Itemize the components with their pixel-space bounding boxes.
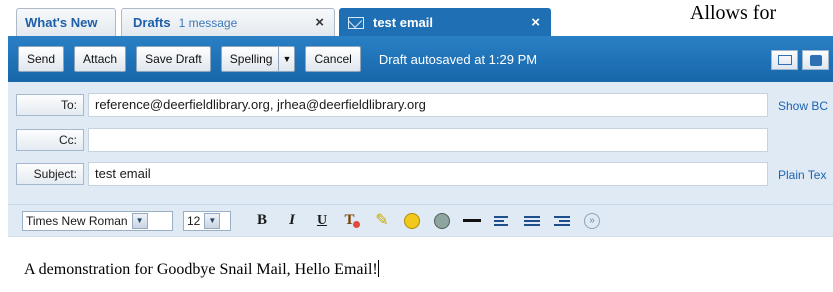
bold-button[interactable]: B <box>251 211 273 231</box>
cc-row: Cc: <box>16 128 768 152</box>
tab-whats-new[interactable]: What's New <box>16 8 116 36</box>
show-bcc-link[interactable]: Show BC <box>778 99 828 113</box>
emoticon-icon[interactable] <box>401 211 423 231</box>
to-row: To: reference@deerfieldlibrary.org, jrhe… <box>16 93 768 117</box>
send-button[interactable]: Send <box>18 46 65 72</box>
close-icon[interactable]: × <box>531 14 540 31</box>
font-size-select[interactable]: 12 ▼ <box>183 210 231 231</box>
subject-field[interactable]: test email <box>88 162 768 186</box>
message-body[interactable]: A demonstration for Goodbye Snail Mail, … <box>24 260 379 279</box>
image-icon[interactable] <box>431 211 453 231</box>
envelope-icon <box>348 16 364 29</box>
chevron-down-icon[interactable]: ▼ <box>131 212 148 229</box>
more-options-icon[interactable]: » <box>581 211 603 231</box>
font-size-value: 12 <box>187 213 201 228</box>
text-color-icon[interactable]: T <box>341 211 363 231</box>
highlight-icon[interactable]: ✎ <box>371 211 393 231</box>
message-header: To: reference@deerfieldlibrary.org, jrhe… <box>8 82 833 204</box>
format-toolbar: Times New Roman ▼ 12 ▼ B I U T ✎ » <box>8 204 833 236</box>
tab-label: test email <box>373 15 433 30</box>
font-family-value: Times New Roman <box>26 213 128 228</box>
view-toggle <box>771 50 833 70</box>
text-caret <box>377 260 379 277</box>
cc-field[interactable] <box>88 128 768 152</box>
tab-label: Drafts <box>133 15 171 30</box>
message-view-icon[interactable] <box>771 50 798 70</box>
close-icon[interactable]: × <box>315 14 324 31</box>
italic-button[interactable]: I <box>281 211 303 231</box>
overlay-caption: Allows for <box>690 2 777 24</box>
horizontal-rule-icon[interactable] <box>461 211 483 231</box>
tab-strip: What's New Drafts 1 message × test email… <box>0 0 833 36</box>
tab-message-count: 1 message <box>178 15 238 30</box>
to-button[interactable]: To: <box>16 94 84 116</box>
dropdown-arrow-icon[interactable]: ▼ <box>278 47 294 71</box>
align-icon[interactable] <box>491 211 513 231</box>
tab-drafts[interactable]: Drafts 1 message × <box>121 8 335 36</box>
attach-button[interactable]: Attach <box>74 46 127 72</box>
compose-toolbar: Send Attach Save Draft Spelling ▼ Cancel… <box>8 36 833 82</box>
list-icon[interactable] <box>521 211 543 231</box>
cc-button[interactable]: Cc: <box>16 129 84 151</box>
message-body-editor[interactable]: A demonstration for Goodbye Snail Mail, … <box>8 236 833 292</box>
spelling-label: Spelling <box>229 52 273 66</box>
tab-test-email[interactable]: test email × <box>339 8 551 36</box>
message-body-text: A demonstration for Goodbye Snail Mail, … <box>24 261 378 278</box>
spelling-button[interactable]: Spelling ▼ <box>220 46 296 72</box>
underline-button[interactable]: U <box>311 211 333 231</box>
subject-label: Subject: <box>16 163 84 185</box>
indent-icon[interactable] <box>551 211 573 231</box>
chevron-down-icon[interactable]: ▼ <box>204 212 221 229</box>
autosave-status: Draft autosaved at 1:29 PM <box>378 51 538 67</box>
cancel-button[interactable]: Cancel <box>305 46 361 72</box>
to-field[interactable]: reference@deerfieldlibrary.org, jrhea@de… <box>88 93 768 117</box>
plain-text-link[interactable]: Plain Tex <box>778 168 826 182</box>
subject-row: Subject: test email <box>16 162 768 186</box>
comment-view-icon[interactable] <box>802 50 829 70</box>
tab-label: What's New <box>25 15 98 30</box>
save-draft-button[interactable]: Save Draft <box>136 46 211 72</box>
font-family-select[interactable]: Times New Roman ▼ <box>22 210 173 231</box>
